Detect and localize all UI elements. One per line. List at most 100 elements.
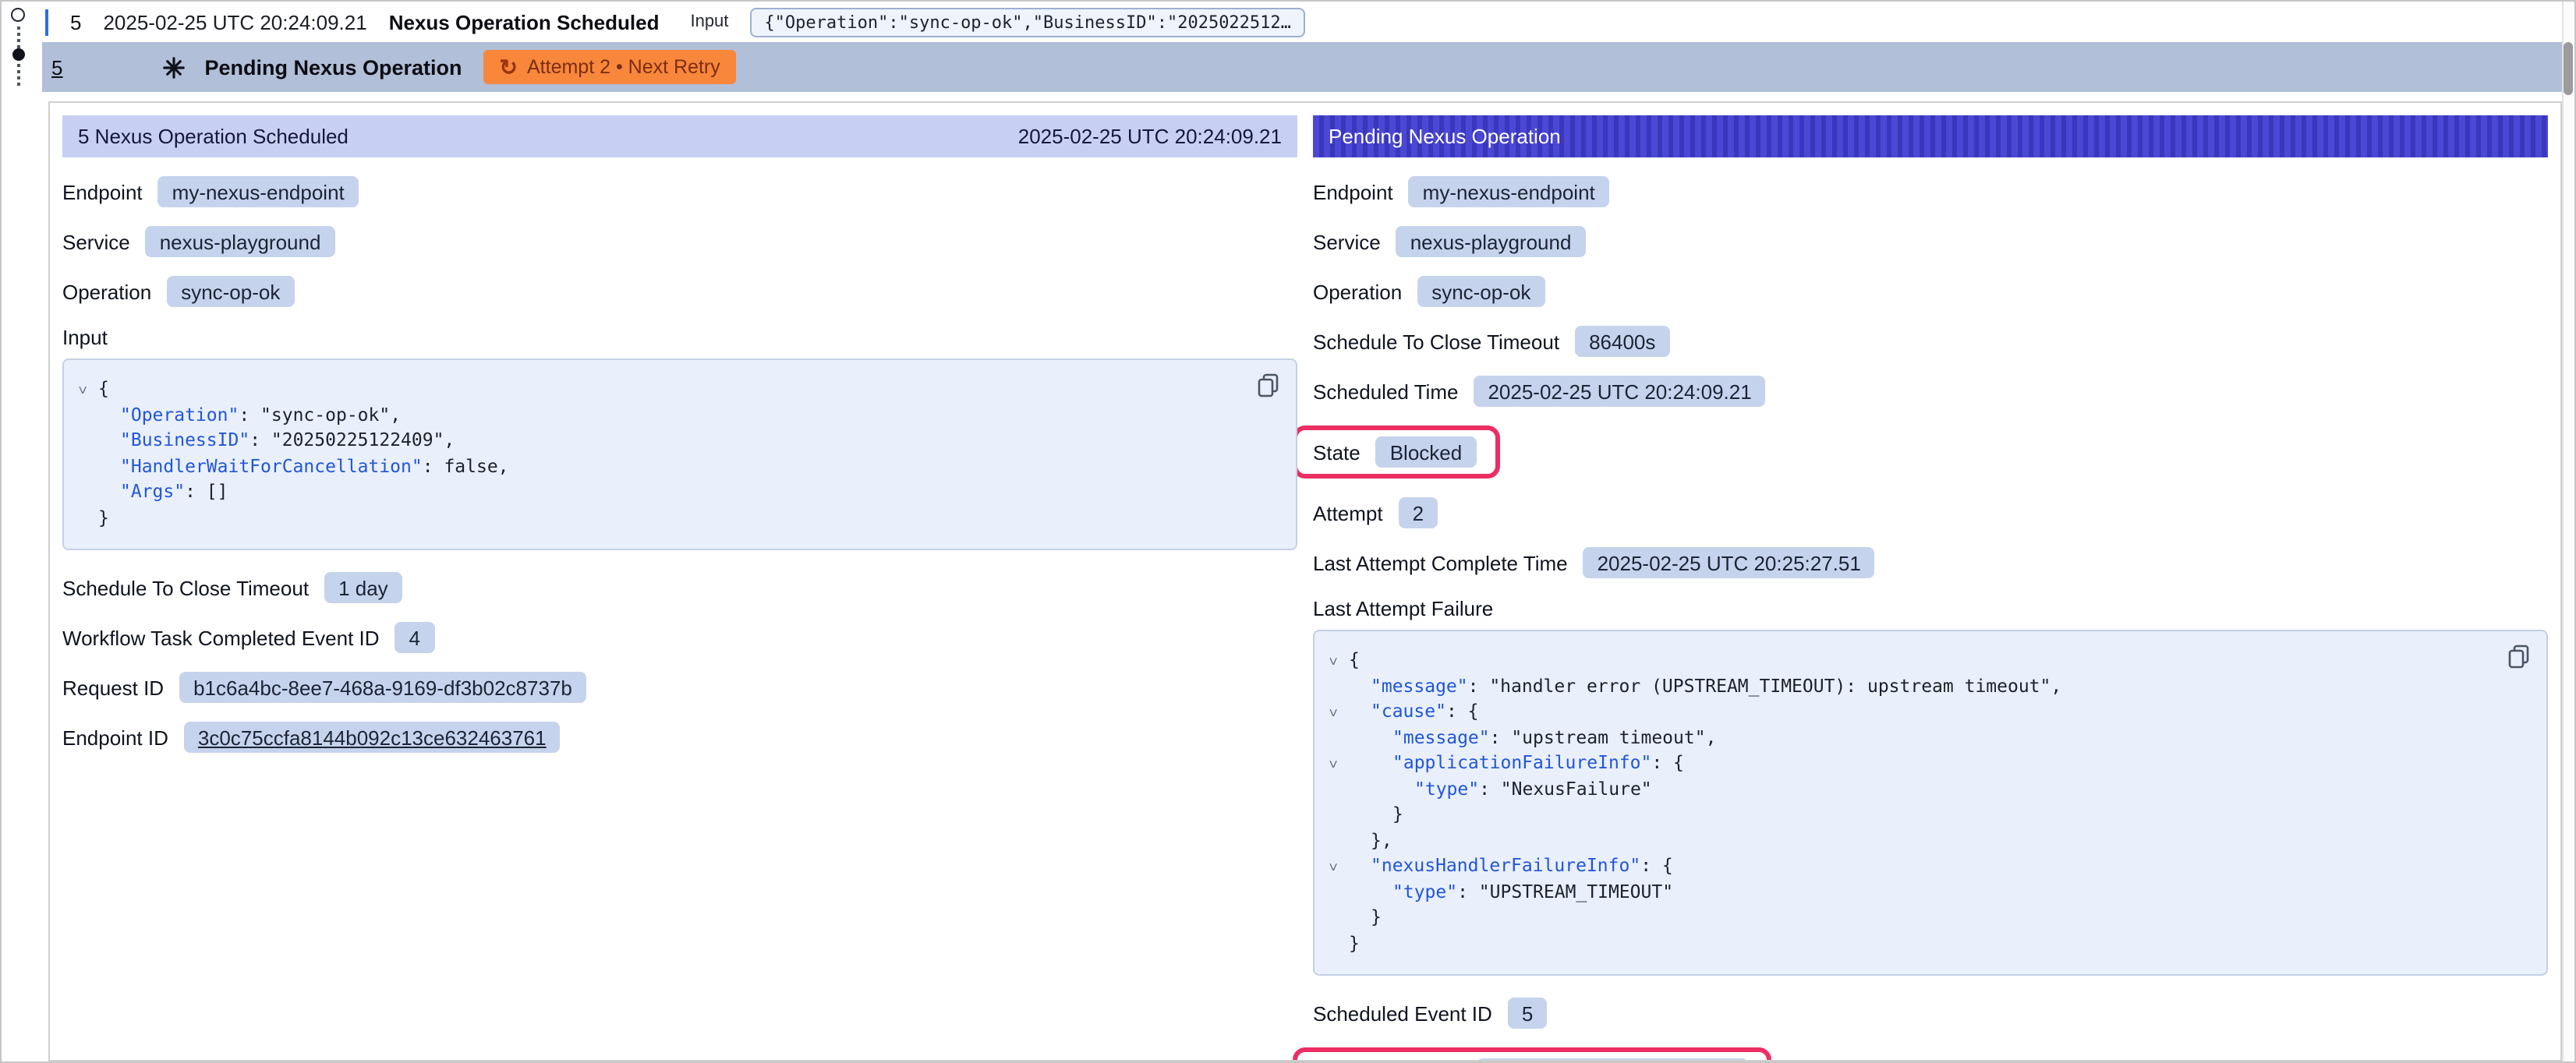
input-json-content: {"Operation": "sync-op-ok","BusinessID":… bbox=[70, 376, 1243, 530]
chevron-gutter bbox=[1321, 801, 1349, 827]
field-label: Schedule To Close Timeout bbox=[62, 576, 309, 599]
json-line: "HandlerWaitForCancellation": false, bbox=[70, 453, 1243, 479]
field-value: Blocked bbox=[1376, 436, 1477, 468]
json-line: "message": "handler error (UPSTREAM_TIME… bbox=[1321, 673, 2493, 698]
chevron-gutter bbox=[70, 453, 98, 479]
field-label: Scheduled Time bbox=[1313, 380, 1458, 403]
json-line: "Operation": "sync-op-ok", bbox=[70, 401, 1243, 427]
chevron-gutter bbox=[1321, 930, 1349, 955]
field-endpoint-id: Endpoint ID 3c0c75ccfa8144b092c13ce632463… bbox=[62, 722, 1297, 753]
json-line: "message": "upstream timeout", bbox=[1321, 724, 2493, 750]
field-label: Endpoint ID bbox=[62, 726, 168, 749]
retry-badge: ↻ Attempt 2 • Next Retry bbox=[484, 50, 736, 84]
field-label: Service bbox=[1313, 230, 1381, 253]
failure-json-viewer: {"message": "handler error (UPSTREAM_TIM… bbox=[1313, 630, 2548, 976]
field-value: 2025-02-25 UTC 20:24:09.21 bbox=[1474, 376, 1765, 407]
timeline-start-icon bbox=[11, 8, 25, 22]
event-id: 5 bbox=[70, 10, 81, 34]
json-line: } bbox=[1321, 904, 2493, 930]
json-key: "HandlerWaitForCancellation" bbox=[120, 454, 423, 476]
json-line: "cause": { bbox=[1321, 698, 2493, 724]
field-value: 86400s bbox=[1575, 326, 1669, 357]
pending-panel-title: Pending Nexus Operation bbox=[1329, 125, 1561, 148]
field-workflow-task-completed-event-id: Workflow Task Completed Event ID4 bbox=[62, 622, 1297, 653]
json-line: { bbox=[1321, 647, 2493, 673]
field-value: my-nexus-endpoint bbox=[1409, 176, 1609, 207]
scheduled-panel-timestamp: 2025-02-25 UTC 20:24:09.21 bbox=[1018, 125, 1282, 148]
chevron-gutter bbox=[1321, 904, 1349, 930]
pending-asterisk-icon bbox=[162, 55, 186, 79]
json-key: "BusinessID" bbox=[120, 429, 249, 450]
field-service: Servicenexus-playground bbox=[62, 226, 1297, 257]
field-value: 5 bbox=[1508, 998, 1547, 1029]
event-timestamp: 2025-02-25 UTC 20:24:09.21 bbox=[103, 10, 366, 34]
event-row-scheduled[interactable]: 5 2025-02-25 UTC 20:24:09.21 Nexus Opera… bbox=[42, 2, 2574, 42]
json-line: "applicationFailureInfo": { bbox=[1321, 750, 2493, 775]
failure-json-content: {"message": "handler error (UPSTREAM_TIM… bbox=[1321, 647, 2493, 955]
field-value: 2025-02-25 UTC 20:25:27.51 bbox=[1583, 547, 1875, 578]
json-line: }, bbox=[1321, 827, 2493, 853]
focus-indicator bbox=[45, 9, 48, 35]
chevron-gutter bbox=[1321, 724, 1349, 750]
collapse-chevron-icon[interactable] bbox=[1321, 647, 1349, 673]
scheduled-event-panel: 5 Nexus Operation Scheduled 2025-02-25 U… bbox=[62, 115, 1297, 1047]
event-id-link[interactable]: 5 bbox=[51, 55, 62, 79]
timeline-gutter bbox=[2, 2, 42, 1061]
json-line: { bbox=[70, 376, 1243, 401]
field-label: Schedule To Close Timeout bbox=[1313, 330, 1559, 353]
collapse-chevron-icon[interactable] bbox=[1321, 853, 1349, 878]
field-label: State bbox=[1313, 440, 1361, 464]
field-label: Operation bbox=[1313, 280, 1402, 303]
json-line: "nexusHandlerFailureInfo": { bbox=[1321, 853, 2493, 878]
collapse-chevron-icon[interactable] bbox=[1321, 698, 1349, 724]
event-title: Nexus Operation Scheduled bbox=[389, 10, 660, 34]
chevron-gutter bbox=[1321, 673, 1349, 698]
field-label: Attempt bbox=[1313, 501, 1383, 524]
retry-badge-label: Attempt 2 • Next Retry bbox=[527, 56, 720, 78]
json-line: } bbox=[70, 504, 1243, 530]
field-label: Endpoint bbox=[1313, 180, 1393, 203]
chevron-gutter bbox=[1321, 827, 1349, 853]
scheduled-fields-bottom: Schedule To Close Timeout 1 day Workflow T… bbox=[62, 572, 1297, 753]
field-value: The circuit breaker is open. bbox=[1476, 1058, 1749, 1061]
chevron-gutter bbox=[70, 401, 98, 427]
collapse-chevron-icon[interactable] bbox=[70, 376, 98, 401]
temporal-event-history-view: 5 2025-02-25 UTC 20:24:09.21 Nexus Opera… bbox=[0, 0, 2576, 1063]
chevron-gutter bbox=[70, 427, 98, 453]
copy-icon[interactable] bbox=[2507, 644, 2531, 670]
field-scheduled-time: Scheduled Time 2025-02-25 UTC 20:24:09.21 bbox=[1313, 376, 2548, 407]
collapse-chevron-icon[interactable] bbox=[1321, 750, 1349, 775]
field-value: sync-op-ok bbox=[1417, 276, 1545, 307]
copy-icon[interactable] bbox=[1257, 373, 1280, 399]
pending-fields-bottom: Scheduled Event ID5Blocked ReasonThe cir… bbox=[1313, 998, 2548, 1061]
timeline-dot-icon bbox=[12, 48, 25, 61]
json-line: "Args": [] bbox=[70, 479, 1243, 504]
field-schedule-to-close-timeout: Schedule To Close Timeout 86400s bbox=[1313, 326, 2548, 357]
field-label: Endpoint bbox=[62, 180, 143, 203]
field-endpoint: Endpoint my-nexus-endpoint bbox=[62, 176, 1297, 207]
chevron-gutter bbox=[70, 479, 98, 504]
field-label: Workflow Task Completed Event ID bbox=[62, 626, 380, 649]
pending-operation-row[interactable]: 5 Pending Nexus Operation ↻ Attempt 2 • … bbox=[42, 42, 2565, 92]
field-service: Servicenexus-playground bbox=[1313, 226, 2548, 257]
field-label: Request ID bbox=[62, 676, 164, 699]
field-operation: Operation sync-op-ok bbox=[1313, 276, 2548, 307]
json-key: "type" bbox=[1414, 777, 1479, 799]
json-key: "cause" bbox=[1371, 700, 1446, 722]
field-last-attempt-complete-time: Last Attempt Complete Time 2025-02-25 UTC… bbox=[1313, 547, 2548, 578]
field-value: sync-op-ok bbox=[167, 276, 294, 307]
field-endpoint: Endpoint my-nexus-endpoint bbox=[1313, 176, 2548, 207]
field-value: my-nexus-endpoint bbox=[158, 176, 359, 207]
field-label: Last Attempt Complete Time bbox=[1313, 551, 1568, 574]
retry-icon: ↻ bbox=[500, 56, 518, 78]
field-value: 1 day bbox=[324, 572, 402, 603]
pending-fields-top: Endpoint my-nexus-endpoint Servicenexus-pl… bbox=[1313, 176, 2548, 578]
scrollbar-thumb[interactable] bbox=[2564, 42, 2573, 95]
field-value: nexus-playground bbox=[146, 226, 335, 257]
scrollbar[interactable] bbox=[2562, 2, 2574, 1061]
field-operation: Operationsync-op-ok bbox=[62, 276, 1297, 307]
json-key: "message" bbox=[1371, 674, 1468, 696]
field-schedule-to-close-timeout: Schedule To Close Timeout 1 day bbox=[62, 572, 1297, 603]
pending-operation-panel: Pending Nexus Operation Endpoint my-nexus… bbox=[1313, 115, 2548, 1047]
field-value-link[interactable]: 3c0c75ccfa8144b092c13ce632463761 bbox=[184, 722, 561, 753]
